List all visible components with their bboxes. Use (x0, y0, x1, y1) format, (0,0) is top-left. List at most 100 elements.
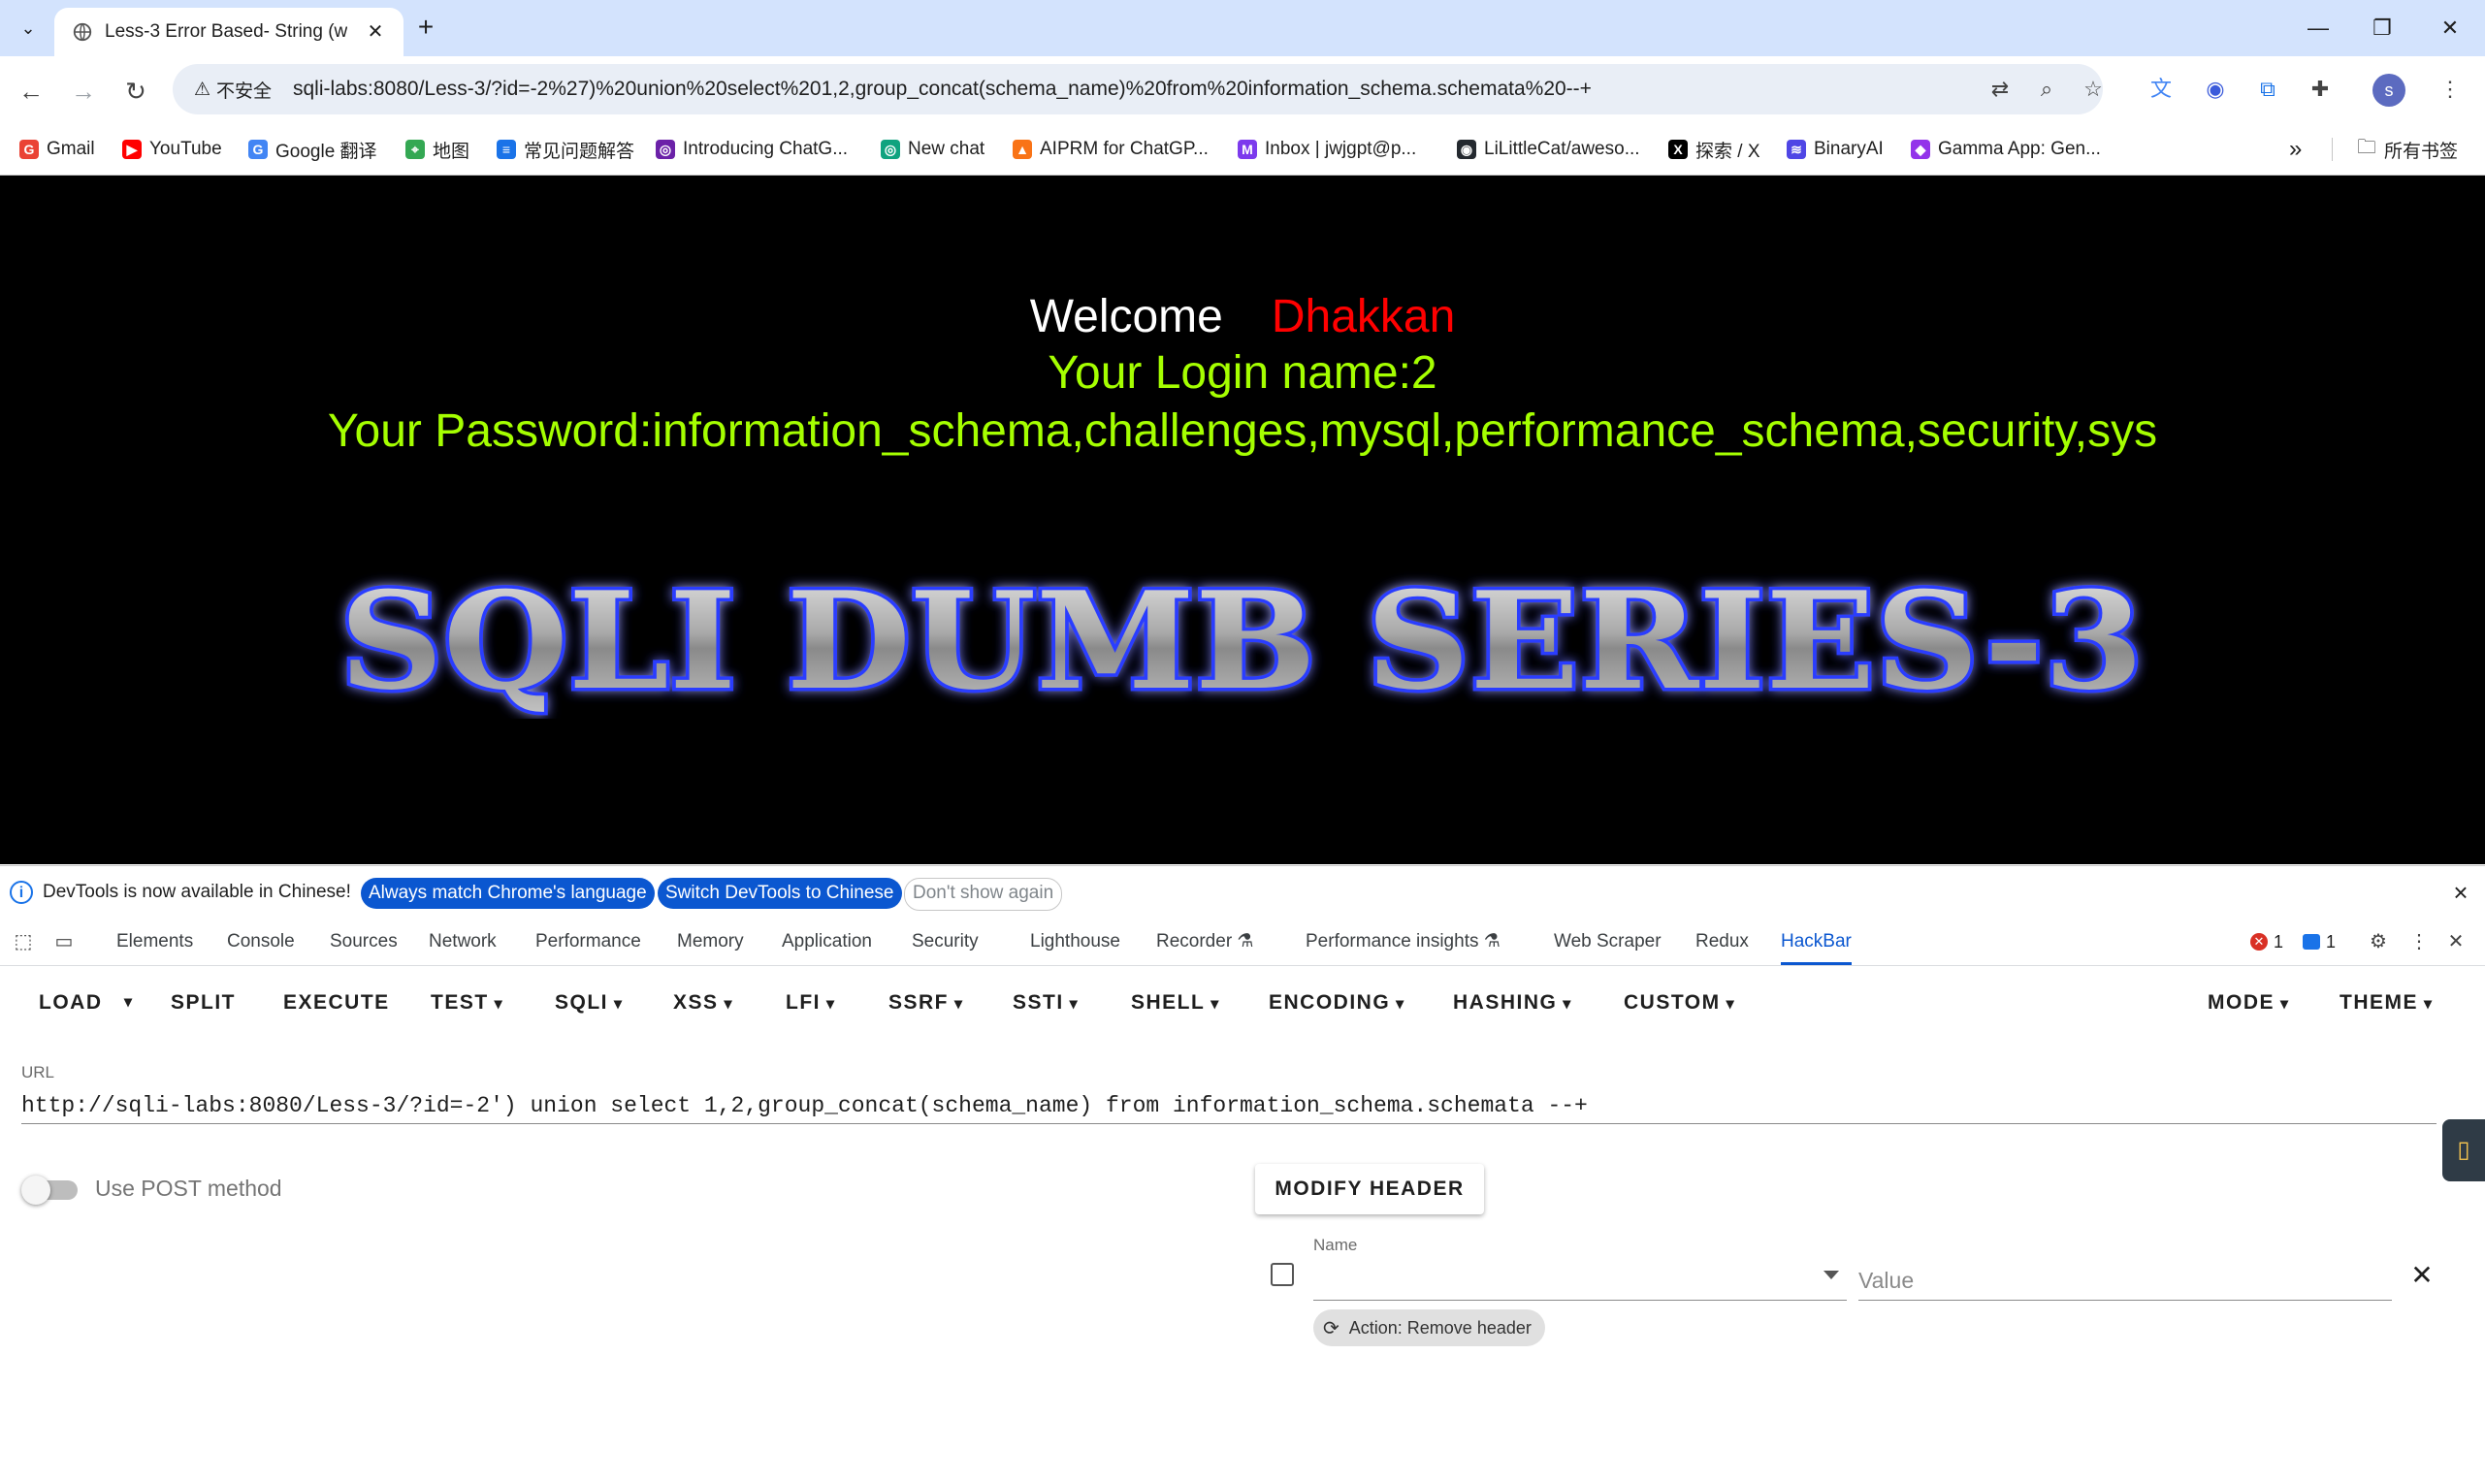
tab-search-chevron-icon[interactable]: ⌄ (14, 14, 43, 43)
bookmark-item[interactable]: G Gmail (19, 134, 95, 165)
hackbar-menu-label: SSRF (888, 991, 950, 1014)
header-remove-icon[interactable]: ✕ (2407, 1261, 2437, 1290)
devtools-tab[interactable]: Console (227, 919, 295, 965)
bookmark-favicon-icon: ≋ (1787, 140, 1806, 159)
address-bar[interactable]: ⚠ 不安全 sqli-labs:8080/Less-3/?id=-2%27)%2… (173, 64, 2103, 114)
caret-down-icon: ▾ (488, 996, 504, 1013)
hackbar-menu-label: EXECUTE (283, 991, 390, 1014)
hackbar-menu-item[interactable]: SSTI ▾ (1013, 987, 1079, 1018)
devtools-tab[interactable]: Redux (1695, 919, 1749, 965)
devtools-tab[interactable]: Memory (677, 919, 744, 965)
back-arrow-icon[interactable]: ← (12, 72, 50, 111)
window-close-button[interactable]: ✕ (2431, 12, 2469, 45)
device-toolbar-icon[interactable]: ▭ (50, 928, 78, 955)
all-bookmarks-folder[interactable]: 🗀 所有书签 (2357, 134, 2458, 165)
hackbar-menu-item[interactable]: SSRF ▾ (888, 987, 964, 1018)
bookmark-favicon-icon: ≡ (497, 140, 516, 159)
devtools-tab[interactable]: Web Scraper (1554, 919, 1662, 965)
translate-icon[interactable]: ⇄ (1985, 74, 2016, 105)
header-name-select[interactable] (1313, 1261, 1847, 1301)
bookmark-item[interactable]: X 探索 / X (1668, 134, 1760, 165)
minimize-button[interactable]: — (2299, 12, 2338, 45)
security-indicator[interactable]: ⚠ 不安全 (182, 72, 283, 107)
info-icon: i (10, 881, 33, 904)
hackbar-menu-item[interactable]: EXECUTE (283, 987, 390, 1018)
bookmark-item[interactable]: ◉ LiLittleCat/aweso... (1457, 134, 1640, 165)
error-counter[interactable]: ✕ 1 (2250, 930, 2283, 953)
message-counter[interactable]: 1 (2303, 930, 2336, 953)
new-tab-button[interactable]: + (411, 14, 440, 43)
tab-close-icon[interactable]: ✕ (363, 19, 388, 45)
restore-button[interactable]: ❐ (2363, 12, 2402, 45)
post-method-toggle[interactable] (21, 1176, 80, 1205)
hackbar-menu-item[interactable]: CUSTOM ▾ (1624, 987, 1735, 1018)
bookmark-favicon-icon: G (248, 140, 268, 159)
more-menu-icon[interactable]: ⋮ (2433, 72, 2468, 107)
devtools-more-icon[interactable]: ⋮ (2405, 928, 2433, 955)
hackbar-side-handle-icon[interactable]: ▯ (2442, 1119, 2485, 1181)
infobar-close-icon[interactable]: × (2446, 878, 2475, 907)
assistant-extension-icon[interactable]: ◉ (2198, 72, 2233, 107)
always-match-language-button[interactable]: Always match Chrome's language (361, 878, 655, 909)
hackbar-menu-item[interactable]: LOAD (39, 987, 103, 1018)
hackbar-menu-item[interactable]: ENCODING ▾ (1269, 987, 1405, 1018)
devtools-tab[interactable]: Recorder ⚗ (1156, 919, 1253, 965)
devtools-tab[interactable]: Sources (330, 919, 398, 965)
tab-manager-extension-icon[interactable]: ⧉ (2250, 72, 2285, 107)
bookmark-item[interactable]: ≡ 常见问题解答 (497, 134, 634, 165)
hackbar-menu-item[interactable]: THEME ▾ (2340, 987, 2433, 1018)
bookmark-item[interactable]: ◎ New chat (881, 134, 984, 165)
devtools-tab[interactable]: Security (912, 919, 979, 965)
bookmark-item[interactable]: ≋ BinaryAI (1787, 134, 1884, 165)
inspect-element-icon[interactable]: ⬚ (10, 928, 37, 955)
bookmark-item[interactable]: ⌖ 地图 (405, 134, 469, 165)
bookmark-item[interactable]: ◆ Gamma App: Gen... (1911, 134, 2101, 165)
bookmark-favicon-icon: ◉ (1457, 140, 1476, 159)
hackbar-menu-item[interactable]: SHELL ▾ (1131, 987, 1220, 1018)
devtools-tab[interactable]: Lighthouse (1030, 919, 1120, 965)
hackbar-menu-label: THEME (2340, 991, 2418, 1014)
switch-to-chinese-button[interactable]: Switch DevTools to Chinese (658, 878, 902, 909)
header-value-input[interactable]: Value (1858, 1261, 2392, 1301)
url-text[interactable]: sqli-labs:8080/Less-3/?id=-2%27)%20union… (293, 76, 1942, 103)
zoom-icon[interactable]: ⌕ (2031, 74, 2062, 105)
modify-header-button[interactable]: MODIFY HEADER (1255, 1164, 1484, 1214)
devtools-tab[interactable]: HackBar (1781, 919, 1852, 965)
reload-icon[interactable]: ↻ (116, 72, 155, 111)
devtools-tab[interactable]: Application (782, 919, 872, 965)
hackbar-menu-item[interactable]: XSS ▾ (673, 987, 733, 1018)
bookmark-item[interactable]: M Inbox | jwjgpt@p... (1238, 134, 1416, 165)
hackbar-menu-item[interactable]: SPLIT (171, 987, 236, 1018)
bookmark-item[interactable]: ▶ YouTube (122, 134, 222, 165)
header-action-chip[interactable]: ⟳ Action: Remove header (1313, 1309, 1545, 1346)
devtools-tab[interactable]: Performance (535, 919, 641, 965)
caret-down-icon (1823, 1271, 1839, 1279)
load-dropdown-caret-icon[interactable]: ▾ (124, 987, 134, 1018)
extensions-puzzle-icon[interactable]: ✚ (2303, 72, 2338, 107)
bookmark-item[interactable]: ◎ Introducing ChatG... (656, 134, 848, 165)
devtools-close-icon[interactable]: ✕ (2442, 928, 2469, 955)
devtools-tab[interactable]: Performance insights ⚗ (1306, 919, 1501, 965)
caret-down-icon: ▾ (1063, 996, 1080, 1013)
devtools-tab[interactable]: Elements (116, 919, 193, 965)
hackbar-url-input[interactable]: http://sqli-labs:8080/Less-3/?id=-2') un… (21, 1088, 2437, 1124)
bookmarks-overflow-icon[interactable]: » (2289, 134, 2302, 165)
devtools-settings-gear-icon[interactable]: ⚙ (2365, 928, 2392, 955)
devtools-tab[interactable]: Network (429, 919, 497, 965)
header-enable-checkbox[interactable] (1271, 1263, 1294, 1286)
google-translate-extension-icon[interactable]: 文 (2144, 72, 2178, 107)
bookmark-item[interactable]: ▲ AIPRM for ChatGP... (1013, 134, 1209, 165)
hackbar-menu-item[interactable]: MODE ▾ (2208, 987, 2289, 1018)
dont-show-again-button[interactable]: Don't show again (904, 878, 1063, 911)
browser-tab-active[interactable]: Less-3 Error Based- String (w ✕ (54, 8, 403, 56)
bookmark-item[interactable]: G Google 翻译 (248, 134, 377, 165)
bookmark-star-icon[interactable]: ☆ (2078, 74, 2109, 105)
forward-arrow-icon[interactable]: → (64, 72, 103, 111)
profile-avatar[interactable]: s (2372, 74, 2405, 107)
hackbar-menu-item[interactable]: TEST ▾ (431, 987, 503, 1018)
hackbar-menu-item[interactable]: LFI ▾ (786, 987, 835, 1018)
hackbar-menu-item[interactable]: SQLI ▾ (555, 987, 624, 1018)
bookmark-label: Inbox | jwjgpt@p... (1265, 139, 1417, 159)
caret-down-icon: ▾ (1390, 996, 1405, 1013)
hackbar-menu-item[interactable]: HASHING ▾ (1453, 987, 1572, 1018)
